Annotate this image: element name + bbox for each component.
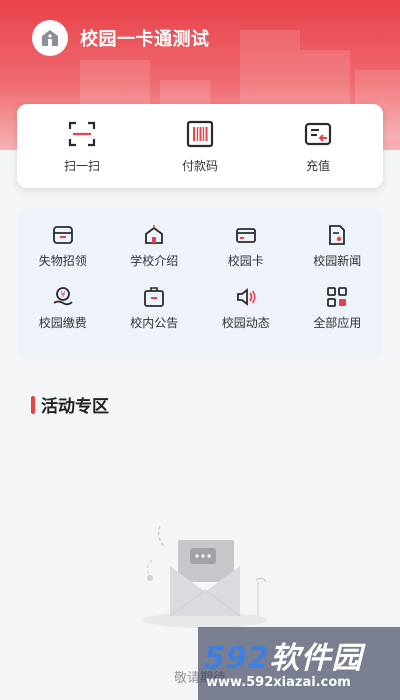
service-label: 全部应用: [313, 316, 362, 330]
watermark-brand-number: 592: [204, 641, 270, 676]
recharge-icon: [304, 122, 332, 145]
watermark-brand-name: 软件园: [269, 641, 363, 676]
app-title: 校园一卡通测试: [80, 29, 210, 50]
announcement-icon: [144, 287, 165, 307]
speaker-icon: [236, 288, 256, 306]
empty-mail-illustration-icon: [143, 525, 267, 628]
scan-label: 扫一扫: [63, 158, 100, 173]
watermark-brand: 592软件园: [204, 633, 363, 677]
service-campus-payment[interactable]: ¥ 校园缴费: [17, 286, 109, 348]
barcode-icon: [186, 120, 214, 147]
service-campus-dynamics[interactable]: 校园动态: [200, 286, 292, 348]
service-announcement[interactable]: 校内公告: [109, 286, 201, 348]
watermark-url: www.592xiazai.com: [206, 675, 351, 690]
service-campus-card[interactable]: 校园卡: [200, 224, 292, 286]
scan-icon: [68, 121, 96, 146]
service-label: 校园新闻: [313, 254, 362, 268]
service-campus-news[interactable]: 校园新闻: [292, 224, 384, 286]
accent-bar: [31, 395, 35, 414]
svg-text:¥: ¥: [60, 290, 65, 299]
news-icon: [329, 225, 346, 245]
quick-actions-card: 扫一扫 付款码 充值: [17, 104, 383, 188]
recharge-label: 充值: [305, 158, 330, 173]
lost-found-icon: [52, 226, 73, 244]
service-label: 失物招领: [38, 254, 87, 268]
service-school-intro[interactable]: 学校介绍: [109, 224, 201, 286]
app-bar: 校园一卡通测试: [32, 20, 210, 56]
payment-code-label: 付款码: [181, 158, 218, 173]
payment-icon: ¥: [53, 287, 73, 306]
service-all-apps[interactable]: 全部应用: [292, 286, 384, 348]
service-label: 校园动态: [221, 316, 270, 330]
recharge-button[interactable]: 充值: [268, 119, 368, 174]
activity-title: 活动专区: [41, 397, 109, 417]
school-icon: [145, 225, 164, 244]
school-logo-icon: [32, 20, 68, 56]
site-watermark: 592软件园 www.592xiazai.com: [198, 627, 400, 700]
service-label: 校园卡: [227, 254, 264, 268]
service-lost-found[interactable]: 失物招领: [17, 224, 109, 286]
card-icon: [235, 228, 256, 243]
services-grid: 失物招领 学校介绍 校园卡 校园新闻 ¥ 校园缴费 校内公告 校园动态 全部应用: [17, 208, 383, 358]
scan-button[interactable]: 扫一扫: [32, 119, 132, 174]
activity-header: 活动专区: [31, 392, 109, 417]
all-apps-icon: [327, 287, 348, 307]
service-label: 学校介绍: [130, 254, 179, 268]
payment-code-button[interactable]: 付款码: [150, 119, 250, 174]
service-label: 校园缴费: [38, 316, 87, 330]
service-label: 校内公告: [130, 316, 179, 330]
